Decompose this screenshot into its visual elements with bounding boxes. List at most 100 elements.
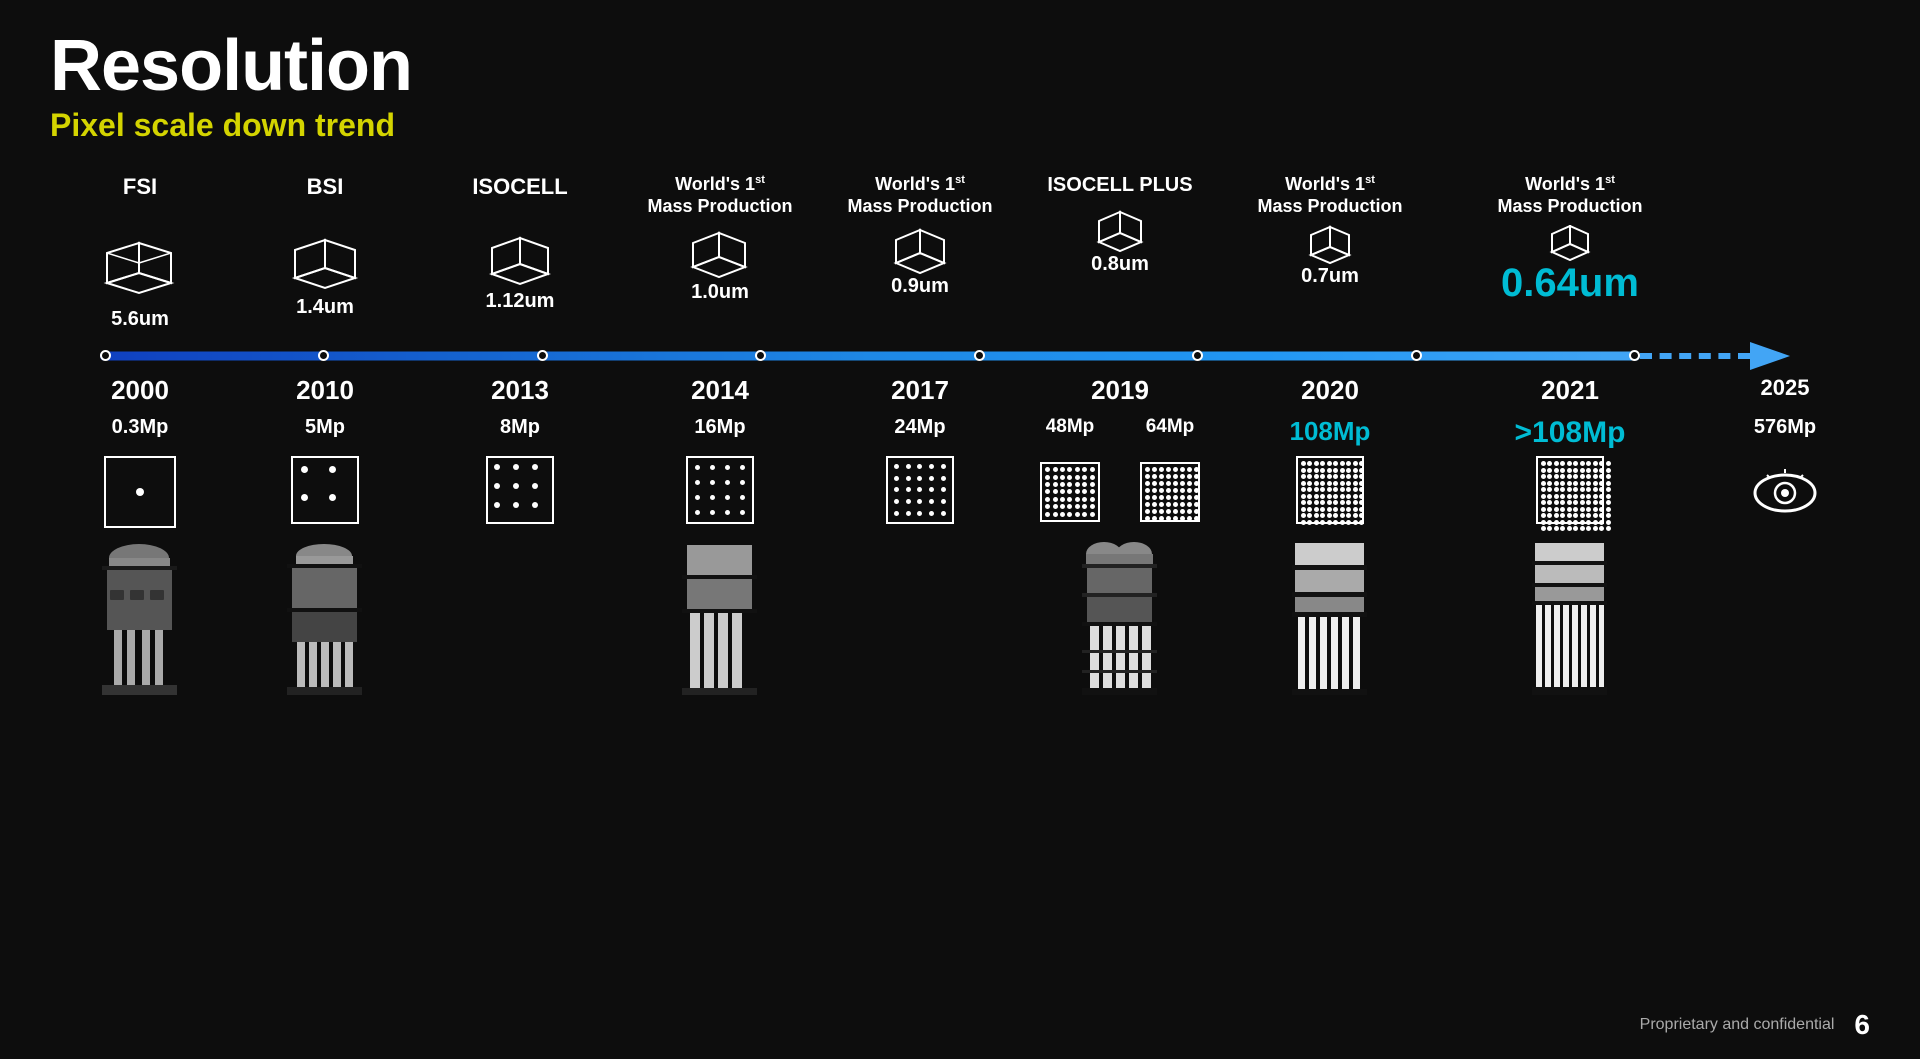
col-w1st-2014: World's 1stMass Production 1.0um xyxy=(620,174,820,337)
pixel-dot xyxy=(136,488,144,496)
pixel-dot xyxy=(1053,482,1058,487)
pixel-dot xyxy=(725,480,730,485)
col-fsi: FSI 5.6um xyxy=(50,174,230,337)
pixel-dot xyxy=(1067,497,1072,502)
pixel-dot xyxy=(1606,494,1611,499)
pixel-dot xyxy=(725,465,730,470)
pixel-dot xyxy=(1075,504,1080,509)
pixel-grid-isocell xyxy=(486,456,554,524)
pixel-dot xyxy=(1053,467,1058,472)
pixel-dot xyxy=(1593,500,1598,505)
pixel-dot xyxy=(1301,461,1306,466)
pixel-dot xyxy=(1547,474,1552,479)
pixel-dot xyxy=(1045,504,1050,509)
pixel-dot xyxy=(1554,507,1559,512)
pixel-dot xyxy=(1554,487,1559,492)
pixel-dot xyxy=(1554,513,1559,518)
pixel-dot xyxy=(1067,475,1072,480)
page-number: 6 xyxy=(1854,1009,1870,1041)
pixel-dot xyxy=(1045,489,1050,494)
pixel-dot xyxy=(1327,487,1332,492)
pixel-dot xyxy=(1166,467,1171,472)
cs-2020 xyxy=(1220,540,1440,695)
pixel-dot xyxy=(1145,509,1150,514)
pixel-dot xyxy=(1090,482,1095,487)
pixel-dot xyxy=(917,464,922,469)
pixel-dot xyxy=(1180,516,1185,521)
pixel-dot xyxy=(710,465,715,470)
pixel-dot xyxy=(1340,468,1345,473)
mp-2019-container: 48Mp 64Mp xyxy=(1020,416,1220,450)
col-isocell: ISOCELL 1.12um xyxy=(420,174,620,337)
timeline-dashed xyxy=(1640,353,1750,359)
dot-3 xyxy=(537,350,548,361)
pixel-dot xyxy=(941,487,946,492)
pixel-dot xyxy=(1567,487,1572,492)
pixel-dot xyxy=(1327,494,1332,499)
pixel-dot xyxy=(1045,482,1050,487)
mp-48: 48Mp xyxy=(1046,416,1095,450)
pixel-dot xyxy=(1346,468,1351,473)
pixel-dot xyxy=(1560,526,1565,531)
mp-2021: >108Mp xyxy=(1440,416,1700,450)
pixel-size-isocell: 1.12um xyxy=(486,290,555,313)
world-label-2020: World's 1stMass Production xyxy=(1257,174,1402,217)
pixel-dot xyxy=(1152,509,1157,514)
pixel-dot xyxy=(1053,512,1058,517)
pixel-dot xyxy=(1359,507,1364,512)
pixel-dot xyxy=(1159,467,1164,472)
pixel-grid-bsi xyxy=(291,456,359,524)
pixel-dot xyxy=(1599,481,1604,486)
grid-cell-2019 xyxy=(1020,456,1220,528)
pixel-dot xyxy=(1340,487,1345,492)
pixel-dot xyxy=(1187,488,1192,493)
pixel-dot xyxy=(1567,468,1572,473)
pixel-dot xyxy=(1320,487,1325,492)
pixel-dot xyxy=(1090,504,1095,509)
pixel-dot xyxy=(1053,489,1058,494)
pixel-dot xyxy=(1173,516,1178,521)
timeline-dots xyxy=(100,351,1640,361)
pixel-dot xyxy=(1159,502,1164,507)
pixel-dot xyxy=(906,476,911,481)
pixel-dot xyxy=(1606,481,1611,486)
pixel-dot xyxy=(1327,520,1332,525)
pixel-dot xyxy=(1159,474,1164,479)
pixel-dot xyxy=(1580,500,1585,505)
pixel-dot xyxy=(1320,481,1325,486)
pixel-dot xyxy=(1554,474,1559,479)
pixel-dot xyxy=(1159,488,1164,493)
pixel-dot xyxy=(1606,474,1611,479)
pixel-dot xyxy=(1307,481,1312,486)
pixel-dot xyxy=(1353,513,1358,518)
tech-isocell-plus: ISOCELL PLUS xyxy=(1047,174,1192,197)
year-2019: 2019 xyxy=(1020,375,1220,406)
pixel-dot xyxy=(1301,481,1306,486)
cube-isocell-plus xyxy=(1095,209,1145,253)
pixel-dot xyxy=(1194,509,1199,514)
grid-cell-2025 xyxy=(1700,456,1870,528)
cs-2021 xyxy=(1440,540,1700,695)
pixel-dot xyxy=(1573,461,1578,466)
pixel-dot xyxy=(1554,468,1559,473)
pixel-dot xyxy=(1547,494,1552,499)
pixel-dot xyxy=(1060,504,1065,509)
pixel-dot xyxy=(1547,481,1552,486)
cs-svg-2014 xyxy=(682,540,757,695)
pixel-dot xyxy=(1090,497,1095,502)
pixel-dot xyxy=(1187,474,1192,479)
pixel-size-bsi: 1.4um xyxy=(296,296,354,319)
pixel-dot xyxy=(1340,474,1345,479)
pixel-dot xyxy=(1346,500,1351,505)
pixel-dot xyxy=(532,502,538,508)
cube-2014 xyxy=(687,225,752,281)
pixel-dot xyxy=(1340,500,1345,505)
pixel-dot xyxy=(1586,474,1591,479)
pixel-dot xyxy=(695,480,700,485)
pixel-dot xyxy=(1145,474,1150,479)
pixel-dot xyxy=(1567,461,1572,466)
pixel-dot xyxy=(1346,520,1351,525)
pixel-dot xyxy=(1353,481,1358,486)
pixel-dot xyxy=(1152,516,1157,521)
pixel-dot xyxy=(1333,500,1338,505)
